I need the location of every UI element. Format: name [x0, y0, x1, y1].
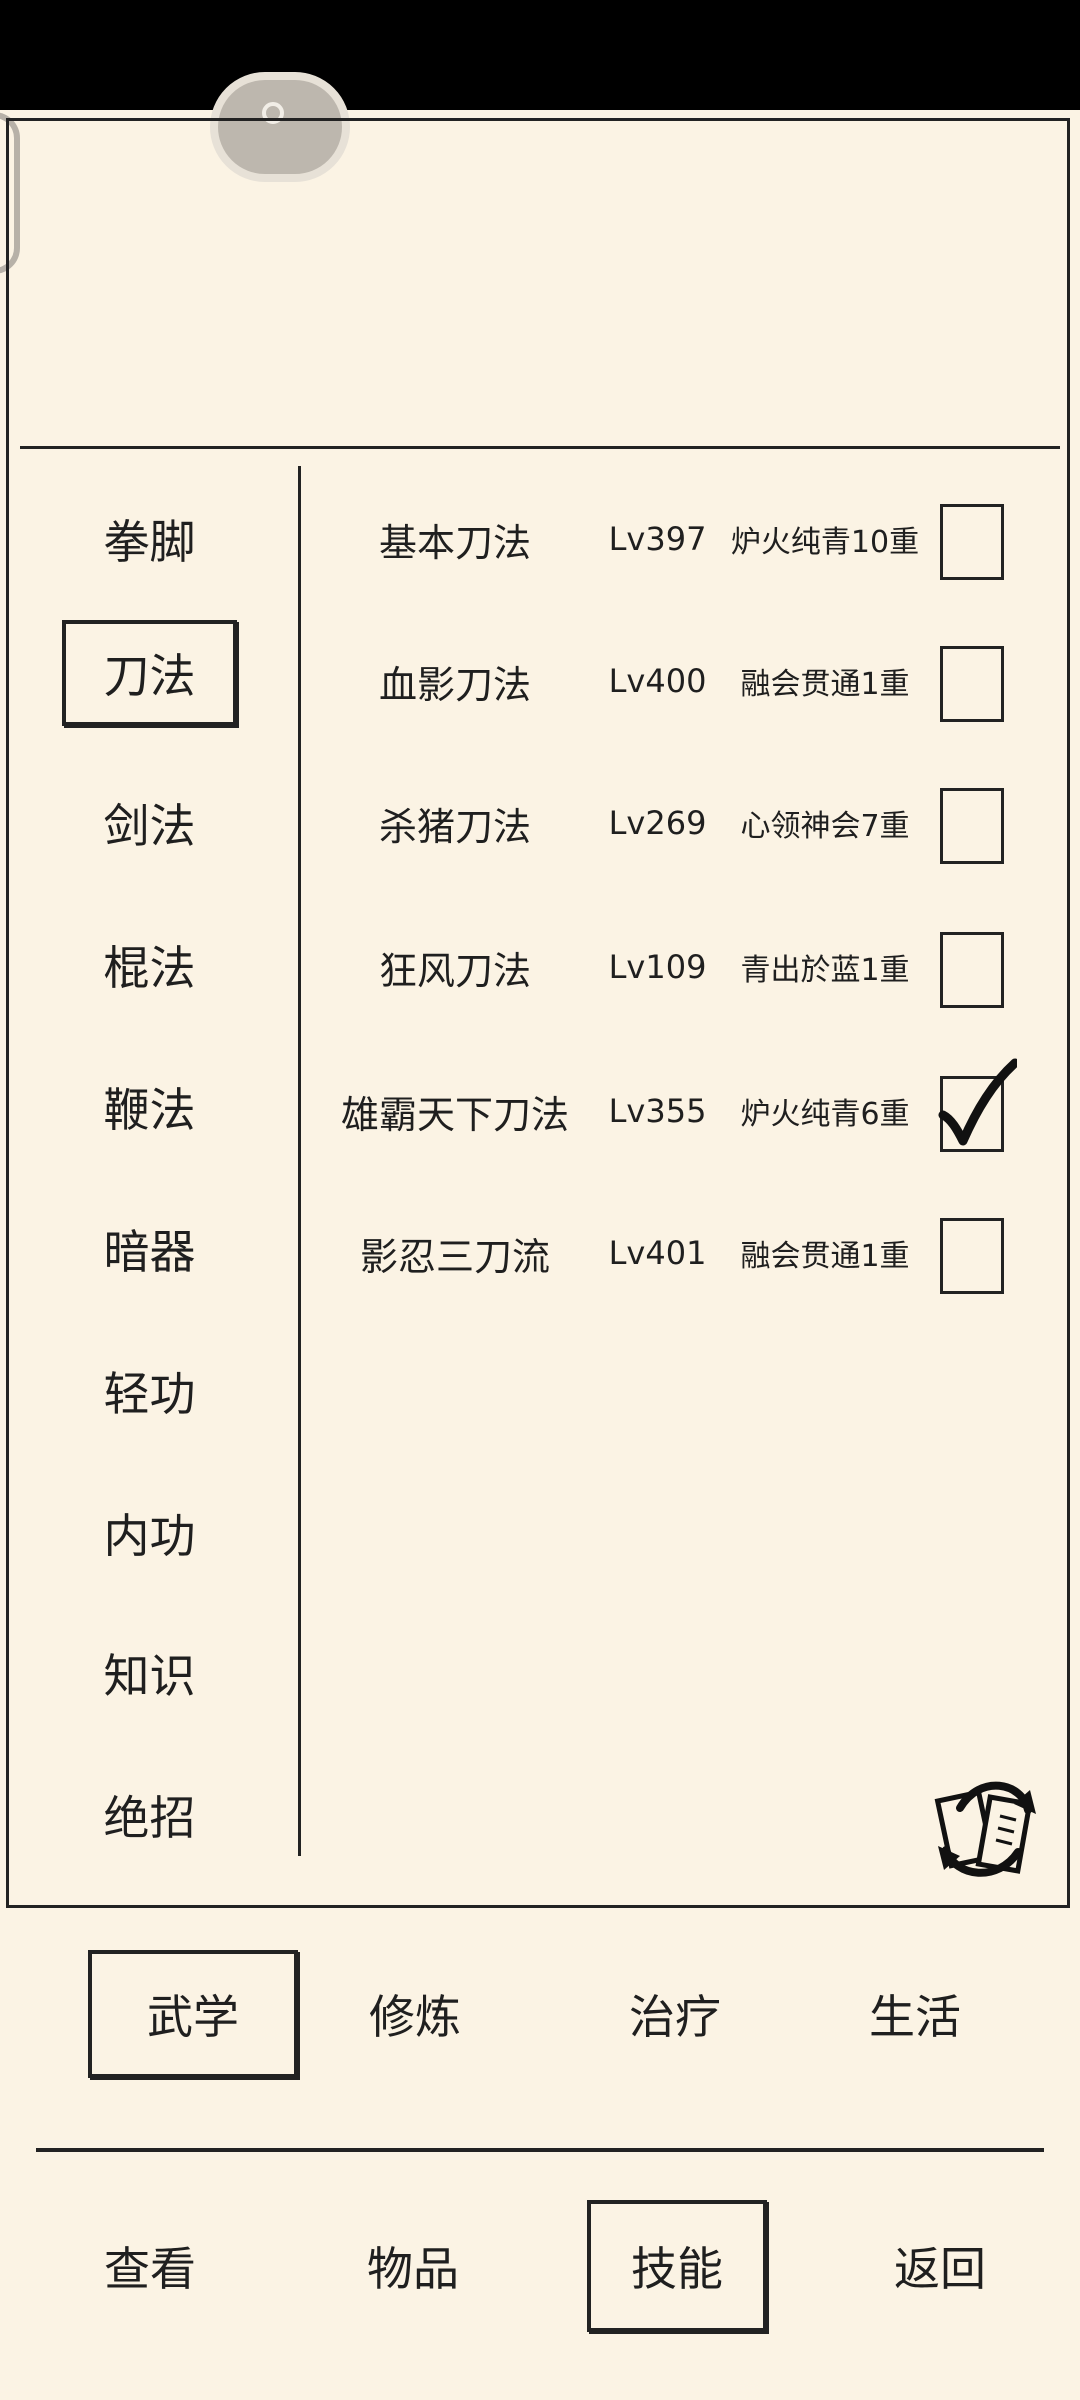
skill-checkbox[interactable] — [940, 504, 1004, 580]
skill-row[interactable]: 杀猪刀法 Lv269 心领神会7重 — [320, 778, 1020, 868]
status-bar — [0, 0, 1080, 110]
nav-wupin[interactable]: 物品 — [323, 2200, 503, 2332]
nav-jineng[interactable]: 技能 — [587, 2200, 767, 2332]
skill-checkbox[interactable] — [940, 646, 1004, 722]
skill-checkbox[interactable] — [940, 932, 1004, 1008]
tab-wuxue[interactable]: 武学 — [88, 1950, 298, 2078]
skill-level: Lv355 — [608, 1092, 707, 1130]
skill-row[interactable]: 基本刀法 Lv397 炉火纯青10重 — [320, 494, 1020, 584]
category-bianfa[interactable]: 鞭法 — [62, 1054, 237, 1160]
skill-level: Lv109 — [608, 948, 707, 986]
skill-row[interactable]: 狂风刀法 Lv109 青出於蓝1重 — [320, 922, 1020, 1012]
skill-name: 雄霸天下刀法 — [340, 1092, 569, 1137]
skill-level: Lv397 — [608, 520, 707, 558]
skill-realm: 炉火纯青6重 — [740, 1097, 910, 1132]
footer-divider — [36, 2148, 1044, 2152]
category-zhishi[interactable]: 知识 — [62, 1620, 237, 1726]
nav-chakan[interactable]: 查看 — [60, 2200, 240, 2332]
category-juezhao[interactable]: 绝招 — [62, 1762, 237, 1868]
refresh-scroll-icon[interactable] — [926, 1756, 1046, 1896]
tab-shenghuo[interactable]: 生活 — [810, 1950, 1020, 2078]
skill-name: 影忍三刀流 — [359, 1234, 550, 1279]
category-qinggong[interactable]: 轻功 — [62, 1338, 237, 1444]
skill-name: 狂风刀法 — [378, 948, 531, 993]
category-anqi[interactable]: 暗器 — [62, 1196, 237, 1302]
skill-checkbox[interactable] — [940, 788, 1004, 864]
skill-row[interactable]: 影忍三刀流 Lv401 融会贯通1重 — [320, 1208, 1020, 1298]
skill-name: 血影刀法 — [378, 662, 531, 707]
checkmark-icon — [938, 1058, 1017, 1146]
skill-realm: 融会贯通1重 — [740, 667, 910, 702]
category-quanjiao[interactable]: 拳脚 — [62, 486, 237, 592]
tab-xiulian[interactable]: 修炼 — [310, 1950, 520, 2078]
skill-name: 基本刀法 — [378, 520, 531, 565]
skill-level: Lv401 — [608, 1234, 707, 1272]
tab-zhiliao[interactable]: 治疗 — [570, 1950, 780, 2078]
skill-realm: 青出於蓝1重 — [740, 953, 910, 988]
category-neigong[interactable]: 内功 — [62, 1480, 237, 1586]
skill-realm: 心领神会7重 — [740, 809, 910, 844]
category-gunfa[interactable]: 棍法 — [62, 912, 237, 1018]
skill-checkbox[interactable] — [940, 1218, 1004, 1294]
skill-level: Lv400 — [608, 662, 707, 700]
category-daofa[interactable]: 刀法 — [62, 620, 237, 726]
category-jianfa[interactable]: 剑法 — [62, 770, 237, 876]
category-divider — [298, 466, 301, 1856]
skill-realm: 炉火纯青10重 — [730, 525, 920, 560]
skill-checkbox-checked[interactable] — [938, 1058, 1017, 1152]
skill-row[interactable]: 血影刀法 Lv400 融会贯通1重 — [320, 636, 1020, 726]
skill-realm: 融会贯通1重 — [740, 1239, 910, 1274]
nav-fanhui[interactable]: 返回 — [850, 2200, 1030, 2332]
header-divider — [20, 446, 1060, 449]
skill-level: Lv269 — [608, 804, 707, 842]
skill-row[interactable]: 雄霸天下刀法 Lv355 炉火纯青6重 — [320, 1058, 1020, 1156]
skill-name: 杀猪刀法 — [378, 804, 531, 849]
